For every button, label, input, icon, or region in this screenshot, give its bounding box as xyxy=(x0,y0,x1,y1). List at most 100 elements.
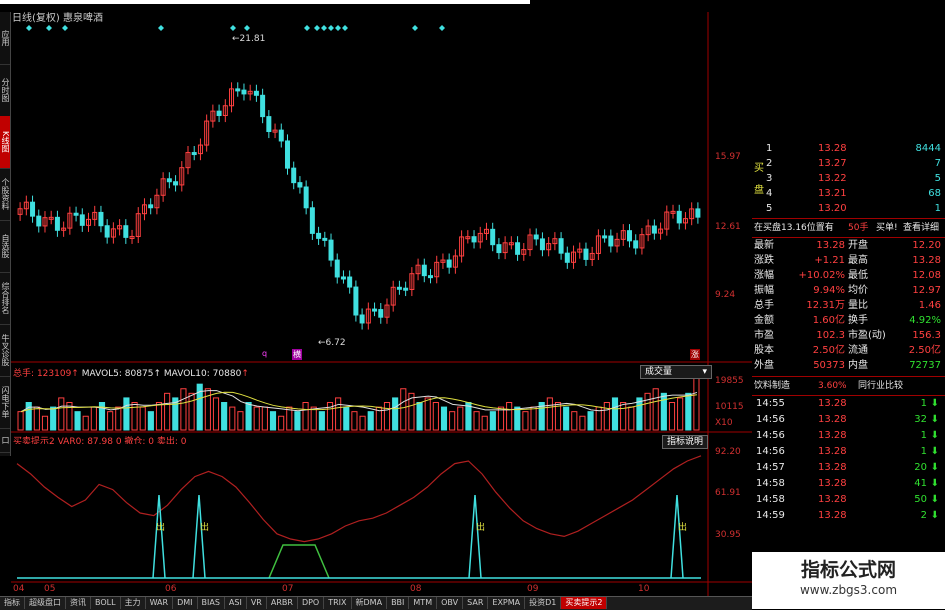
stat-label: 外盘 xyxy=(754,360,774,371)
notice-detail-link[interactable]: 查看详细 xyxy=(903,221,939,235)
stat-value: 12.20 xyxy=(912,240,941,251)
tick-time: 14:55 xyxy=(756,398,785,409)
volume-bar xyxy=(50,406,57,431)
indicator-tab[interactable]: VR xyxy=(247,597,267,609)
stat-label: 涨跌 xyxy=(754,255,774,266)
order-level: 2 xyxy=(766,158,773,169)
indicator-tab[interactable]: SAR xyxy=(463,597,489,609)
indicator-tab[interactable]: DPO xyxy=(298,597,325,609)
volume-bar xyxy=(383,402,391,431)
volume-bar xyxy=(367,411,374,431)
indicator-tab[interactable]: WAR xyxy=(146,597,174,609)
chart-area[interactable] xyxy=(11,0,752,596)
stat-value: 12.97 xyxy=(912,285,941,296)
candle-body xyxy=(191,152,197,156)
stat-row: 涨跌 +1.21 最高 13.28 xyxy=(752,254,945,268)
volume-bar xyxy=(489,411,496,431)
sidebar-tab[interactable]: 牛叉诊股 xyxy=(0,324,10,377)
indicator-tab[interactable]: OBV xyxy=(437,597,464,609)
sidebar-tab[interactable]: 个股资料 xyxy=(0,168,10,221)
sidebar-tab[interactable]: 分时图 xyxy=(0,64,10,117)
indicator-tab[interactable]: 买卖提示2 xyxy=(561,597,608,609)
candle-body xyxy=(496,244,502,254)
tick-volume: 32 xyxy=(914,414,927,425)
candle-body xyxy=(403,287,409,291)
candle-body xyxy=(79,214,85,226)
stat-value: 2.50亿 xyxy=(908,345,941,356)
candle-body xyxy=(533,234,539,240)
candle-body xyxy=(241,89,247,95)
candle-body xyxy=(266,116,272,133)
order-notice[interactable]: 在买盘13.16位置有 50手 买单! 查看详细 xyxy=(752,221,945,235)
indicator-tab[interactable]: BIAS xyxy=(198,597,225,609)
order-book-row[interactable]: 2 13.27 7 xyxy=(752,157,945,171)
candle-body xyxy=(421,264,427,277)
candle-body xyxy=(347,276,353,288)
indicator-tab[interactable]: TRIX xyxy=(324,597,352,609)
indicator-help-button[interactable]: 指标说明 xyxy=(662,435,709,449)
tick-time: 14:58 xyxy=(756,478,785,489)
indicator-tab[interactable]: 资讯 xyxy=(66,597,91,609)
order-book-row[interactable]: 5 13.20 1 xyxy=(752,202,945,216)
event-marker[interactable]: 横 xyxy=(292,349,302,360)
tick-time: 14:56 xyxy=(756,414,785,425)
candle-body xyxy=(30,201,36,217)
candle-body xyxy=(148,204,154,209)
candle-body xyxy=(104,225,110,238)
volume-bar xyxy=(359,415,366,431)
indicator-tab[interactable]: BBI xyxy=(387,597,410,609)
notice-text: 在买盘13.16位置有 xyxy=(754,223,834,233)
tick-volume: 2 xyxy=(920,510,927,521)
compare-button[interactable]: 同行业比较 xyxy=(858,379,903,393)
indicator-tab[interactable]: EXPMA xyxy=(488,597,526,609)
event-marker[interactable]: 涨 xyxy=(690,349,700,360)
volume-bar xyxy=(286,406,293,431)
volume-bar xyxy=(253,406,260,431)
event-marker[interactable]: q xyxy=(262,349,267,358)
signal-diamond-icon xyxy=(342,25,348,31)
sidebar-tab[interactable]: 综合排名 xyxy=(0,272,10,325)
volume-indicator-select[interactable]: 成交量 ▾ xyxy=(640,365,712,379)
order-book-row[interactable]: 3 13.22 5 xyxy=(752,172,945,186)
sector-name: 饮料制造 xyxy=(754,381,791,391)
stat-label: 换手 xyxy=(848,315,868,326)
indicator-tab[interactable]: ARBR xyxy=(267,597,298,609)
indicator-tab[interactable]: MTM xyxy=(409,597,438,609)
high-price-marker: ←21.81 xyxy=(232,34,266,44)
order-book-row[interactable]: 1 13.28 8444 xyxy=(752,142,945,156)
indicator-tab[interactable]: DMI xyxy=(173,597,198,609)
sidebar-tab[interactable]: 闪电下单 xyxy=(0,376,10,429)
indicator-tab[interactable]: 超级盘口 xyxy=(25,597,66,609)
order-volume: 8444 xyxy=(915,143,941,154)
notice-qty: 50手 xyxy=(848,223,869,233)
candle-body xyxy=(602,235,608,239)
volume-bar xyxy=(571,411,578,431)
indicator-tab[interactable]: 主力 xyxy=(121,597,146,609)
volume-bar xyxy=(392,397,399,431)
indicator-tab[interactable]: BOLL xyxy=(91,597,121,609)
signal-diamond-icon xyxy=(244,25,250,31)
mavol10-line xyxy=(20,391,697,413)
divider xyxy=(752,237,945,238)
indicator-tab[interactable]: ASI xyxy=(225,597,247,609)
sidebar-tab[interactable]: K线图 xyxy=(0,116,10,169)
indicator-legend: 买卖提示2 VAR0: 87.98 0 撤仓: 0 卖出: 0 xyxy=(13,437,187,444)
stat-value: 13.28 xyxy=(816,240,845,251)
tick-row: 14:56 13.28 1 ⬇ xyxy=(752,429,945,443)
tick-price: 13.28 xyxy=(818,510,847,521)
sidebar-tab[interactable]: 自选股 xyxy=(0,220,10,273)
sidebar-tab[interactable]: 应用 xyxy=(0,12,10,65)
indicator-tab[interactable]: 指标 xyxy=(0,597,25,609)
indicator-tab[interactable]: 新DMA xyxy=(352,597,388,609)
volume-bar xyxy=(335,397,342,431)
volume-axis-label: 10115 xyxy=(715,402,744,412)
volume-bar xyxy=(33,406,40,431)
order-book-row[interactable]: 4 13.21 68 xyxy=(752,187,945,201)
candle-body xyxy=(558,238,564,254)
stat-value: 50373 xyxy=(813,360,845,371)
indicator-tab[interactable]: 投资D1 xyxy=(525,597,562,609)
stat-row: 最新 13.28 开盘 12.20 xyxy=(752,239,945,253)
x-axis-label: 09 xyxy=(527,584,539,594)
sidebar-tab[interactable]: 口 xyxy=(0,428,10,453)
sector-row[interactable]: 饮料制造 3.60% 同行业比较 xyxy=(752,379,945,393)
